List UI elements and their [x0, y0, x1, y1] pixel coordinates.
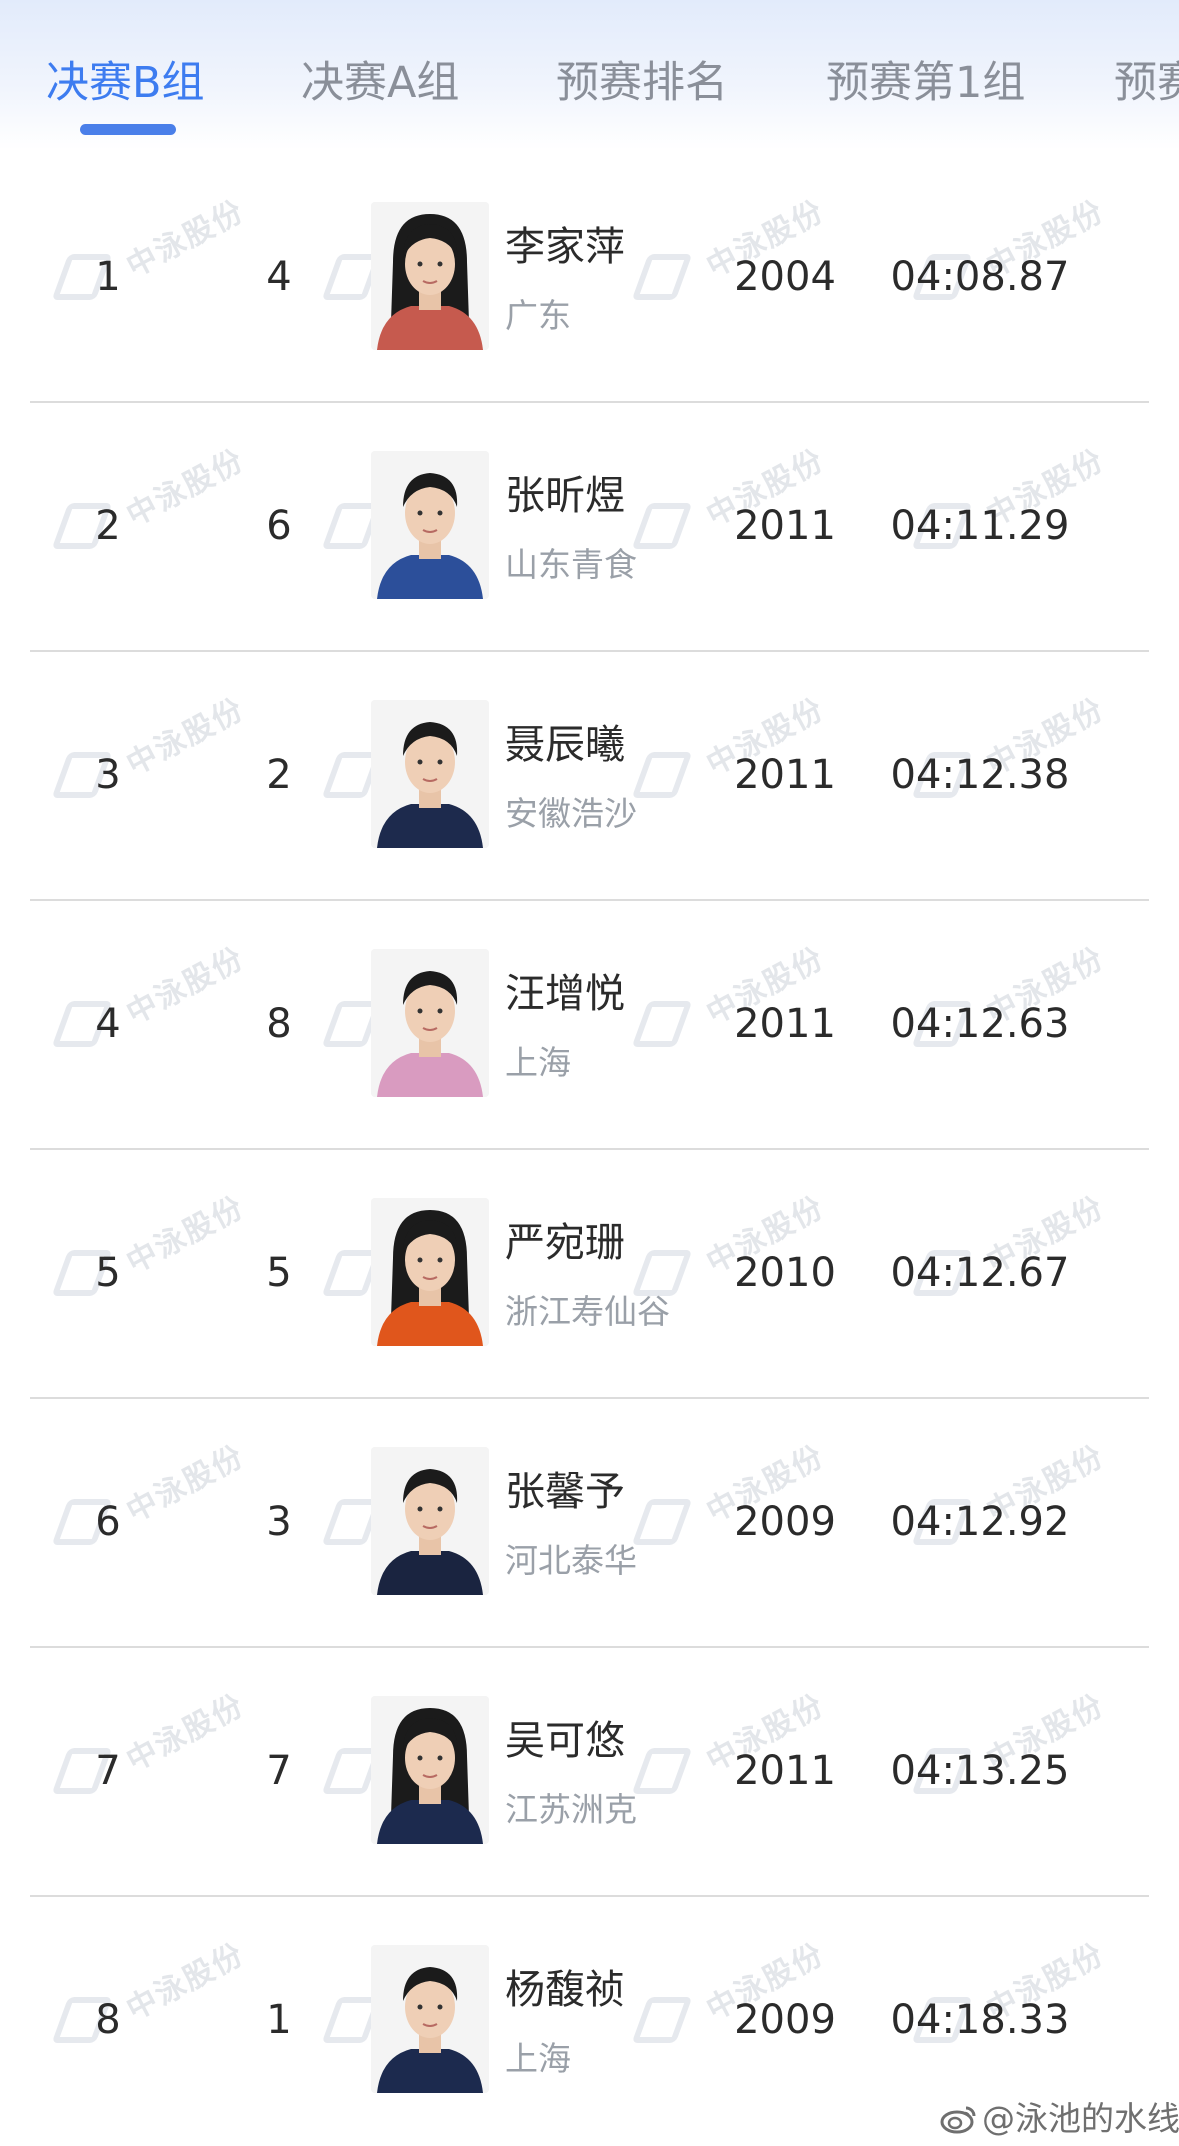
athlete-name: 严宛珊	[505, 1220, 625, 1266]
lane-cell: 5	[266, 1250, 292, 1296]
tab-final-a[interactable]: 决赛A组	[301, 48, 459, 110]
tab-heat-ranking[interactable]: 预赛排名	[556, 48, 728, 110]
watermark-text: 中泳股份	[120, 1936, 251, 2028]
lane-cell: 3	[266, 1499, 292, 1545]
watermark-text: 中泳股份	[120, 1189, 251, 1281]
lane-cell: 4	[266, 254, 292, 300]
watermark-logo-icon	[631, 1499, 693, 1545]
athlete-photo	[371, 949, 489, 1097]
result-time: 04:12.67	[890, 1250, 1070, 1296]
rank-cell: 3	[95, 752, 121, 798]
result-time: 04:08.87	[890, 254, 1070, 300]
watermark-text: 中泳股份	[120, 691, 251, 783]
athlete-photo	[371, 1198, 489, 1346]
watermark-logo-icon	[631, 1748, 693, 1794]
result-row[interactable]: 中泳股份 中泳股份 中泳股份 5 5 严宛珊 浙江寿仙谷 2010 04:12.67	[0, 1150, 1179, 1399]
athlete-team: 安徽浩沙	[505, 794, 637, 833]
birth-year: 2009	[734, 1499, 836, 1545]
result-row[interactable]: 中泳股份 中泳股份 中泳股份 6 3 张馨予 河北泰华 2009 04:12.92	[0, 1399, 1179, 1648]
result-time: 04:12.92	[890, 1499, 1070, 1545]
athlete-name: 聂辰曦	[505, 722, 625, 768]
athlete-photo	[371, 451, 489, 599]
athlete-photo	[371, 1945, 489, 2093]
athlete-name: 李家萍	[505, 224, 625, 270]
athlete-team: 浙江寿仙谷	[505, 1292, 670, 1331]
rank-cell: 6	[95, 1499, 121, 1545]
watermark-logo-icon	[631, 1001, 693, 1047]
tab-bar: 决赛B组 决赛A组 预赛排名 预赛第1组 预赛	[0, 0, 1179, 150]
athlete-name: 吴可悠	[505, 1718, 625, 1764]
result-time: 04:11.29	[890, 503, 1070, 549]
birth-year: 2011	[734, 752, 836, 798]
result-row[interactable]: 中泳股份 中泳股份 中泳股份 1 4 李家萍 广东 2004 04:08.87	[0, 154, 1179, 403]
athlete-photo	[371, 700, 489, 848]
weibo-icon	[940, 2103, 978, 2134]
birth-year: 2010	[734, 1250, 836, 1296]
athlete-team: 河北泰华	[505, 1541, 637, 1580]
birth-year: 2009	[734, 1997, 836, 2043]
lane-cell: 6	[266, 503, 292, 549]
athlete-team: 江苏洲克	[505, 1790, 637, 1829]
tab-final-b[interactable]: 决赛B组	[46, 48, 205, 110]
tab-heat-1[interactable]: 预赛第1组	[826, 48, 1025, 110]
athlete-team: 上海	[505, 2039, 571, 2078]
result-row[interactable]: 中泳股份 中泳股份 中泳股份 7 7 吴可悠 江苏洲克 2011 04:13.25	[0, 1648, 1179, 1897]
athlete-name: 汪增悦	[505, 971, 625, 1017]
birth-year: 2011	[734, 503, 836, 549]
athlete-name: 张馨予	[505, 1469, 625, 1515]
athlete-name: 张昕煜	[505, 473, 625, 519]
watermark-logo-icon	[631, 254, 693, 300]
athlete-name: 杨馥祯	[505, 1967, 625, 2013]
athlete-team: 上海	[505, 1043, 571, 1082]
active-tab-indicator	[80, 124, 176, 135]
watermark-logo-icon	[631, 752, 693, 798]
result-time: 04:13.25	[890, 1748, 1070, 1794]
watermark-logo-icon	[631, 1997, 693, 2043]
rank-cell: 8	[95, 1997, 121, 2043]
result-row[interactable]: 中泳股份 中泳股份 中泳股份 3 2 聂辰曦 安徽浩沙 2011 04:12.38	[0, 652, 1179, 901]
weibo-handle: @泳池的水线	[982, 2099, 1179, 2138]
athlete-team: 山东青食	[505, 545, 637, 584]
birth-year: 2011	[734, 1748, 836, 1794]
watermark-text: 中泳股份	[120, 442, 251, 534]
athlete-team: 广东	[505, 296, 571, 335]
athlete-photo	[371, 202, 489, 350]
watermark-text: 中泳股份	[120, 1687, 251, 1779]
rank-cell: 5	[95, 1250, 121, 1296]
rank-cell: 7	[95, 1748, 121, 1794]
rank-cell: 1	[95, 254, 121, 300]
lane-cell: 8	[266, 1001, 292, 1047]
lane-cell: 2	[266, 752, 292, 798]
lane-cell: 1	[266, 1997, 292, 2043]
watermark-text: 中泳股份	[120, 1438, 251, 1530]
result-row[interactable]: 中泳股份 中泳股份 中泳股份 2 6 张昕煜 山东青食 2011 04:11.29	[0, 403, 1179, 652]
watermark-logo-icon	[631, 503, 693, 549]
rank-cell: 4	[95, 1001, 121, 1047]
tab-heat-more[interactable]: 预赛	[1114, 48, 1179, 110]
watermark-text: 中泳股份	[120, 193, 251, 285]
rank-cell: 2	[95, 503, 121, 549]
result-time: 04:18.33	[890, 1997, 1070, 2043]
athlete-photo	[371, 1696, 489, 1844]
lane-cell: 7	[266, 1748, 292, 1794]
result-time: 04:12.38	[890, 752, 1070, 798]
result-time: 04:12.63	[890, 1001, 1070, 1047]
birth-year: 2011	[734, 1001, 836, 1047]
watermark-text: 中泳股份	[120, 940, 251, 1032]
result-row[interactable]: 中泳股份 中泳股份 中泳股份 4 8 汪增悦 上海 2011 04:12.63	[0, 901, 1179, 1150]
athlete-photo	[371, 1447, 489, 1595]
weibo-watermark: @泳池的水线	[940, 2092, 1179, 2140]
birth-year: 2004	[734, 254, 836, 300]
